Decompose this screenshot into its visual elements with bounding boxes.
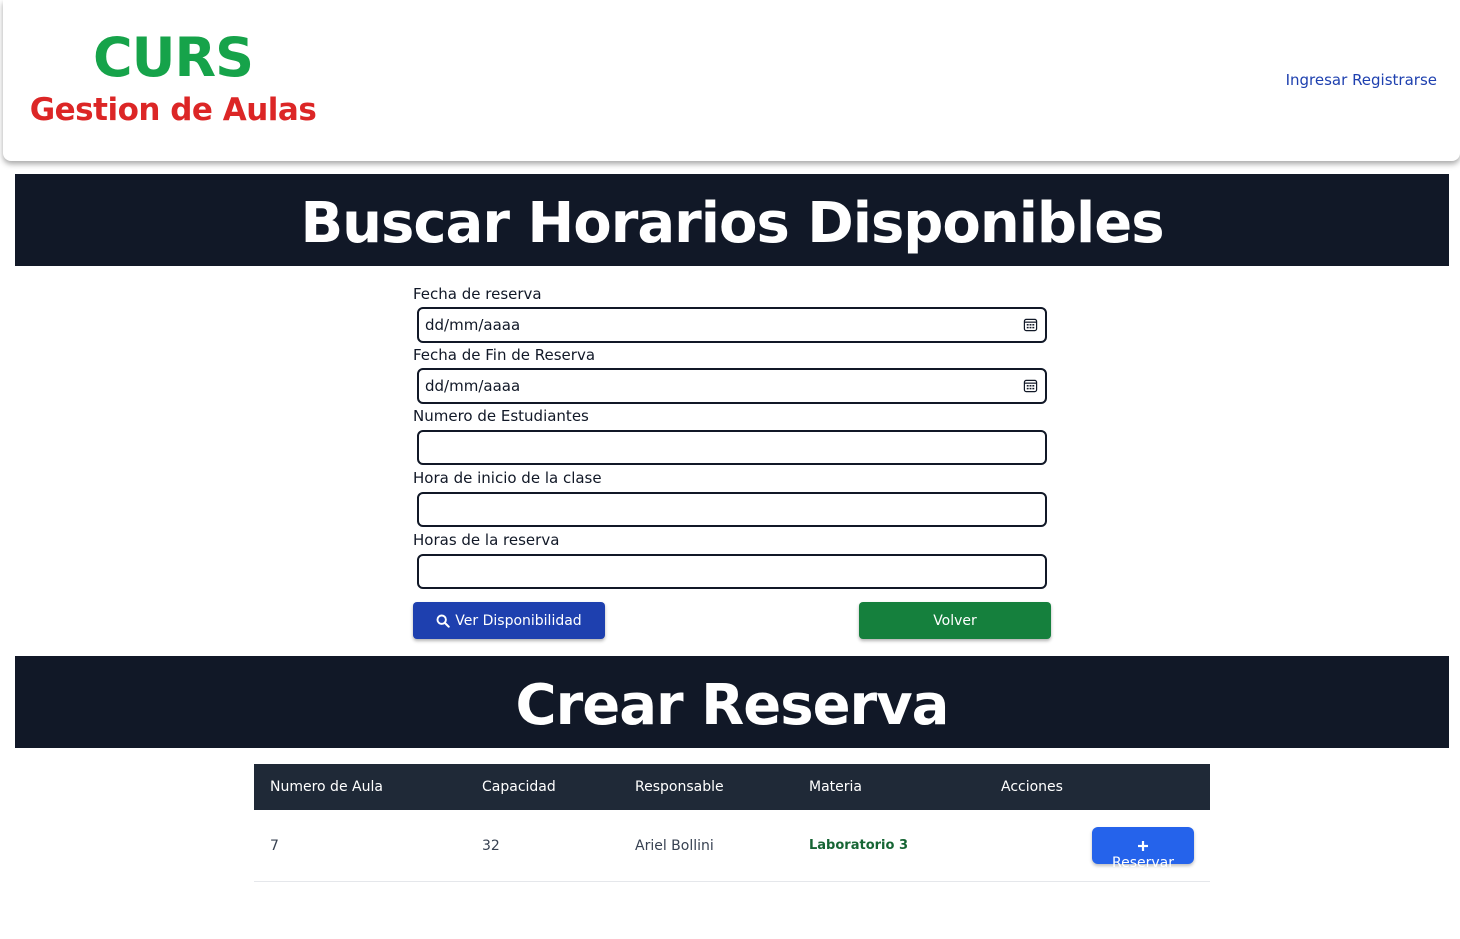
start-time-label: Hora de inicio de la clase: [413, 469, 602, 487]
start-date-label: Fecha de reserva: [413, 285, 542, 303]
reserve-button[interactable]: Reservar: [1092, 827, 1194, 871]
reserve-section-title: Crear Reserva: [15, 656, 1449, 748]
search-icon: [436, 614, 451, 628]
end-date-label: Fecha de Fin de Reserva: [413, 346, 596, 364]
end-date-placeholder: dd/mm/aaaa: [425, 377, 521, 395]
header-acciones: Acciones: [1001, 779, 1063, 795]
back-button[interactable]: Volver: [859, 602, 1051, 639]
brand: CURS Gestion de Aulas: [3, 26, 343, 130]
app-header: CURS Gestion de Aulas Ingresar Registrar…: [3, 0, 1460, 161]
search-form: Fecha de reserva dd/mm/aaaa Fecha de Fin…: [413, 284, 1053, 589]
start-date-placeholder: dd/mm/aaaa: [425, 316, 521, 334]
rooms-table: Numero de Aula Capacidad Responsable Mat…: [254, 764, 1210, 882]
cell-capacidad: 32: [482, 838, 500, 854]
students-input[interactable]: [417, 430, 1047, 465]
hours-input[interactable]: [417, 554, 1047, 589]
hours-label: Horas de la reserva: [413, 531, 560, 549]
students-label: Numero de Estudiantes: [413, 407, 589, 425]
register-link[interactable]: Registrarse: [1352, 71, 1437, 89]
end-date-input[interactable]: dd/mm/aaaa: [417, 368, 1047, 404]
check-availability-label: Ver Disponibilidad: [455, 612, 582, 629]
login-link[interactable]: Ingresar: [1286, 71, 1348, 89]
header-capacidad: Capacidad: [482, 779, 556, 795]
start-date-input[interactable]: dd/mm/aaaa: [417, 307, 1047, 343]
table-header: Numero de Aula Capacidad Responsable Mat…: [254, 764, 1210, 810]
back-label: Volver: [933, 612, 977, 629]
cell-materia: Laboratorio 3: [809, 838, 908, 853]
top-nav: Ingresar Registrarse: [1286, 71, 1437, 89]
search-section-title: Buscar Horarios Disponibles: [15, 174, 1449, 266]
brand-title: CURS: [93, 26, 254, 89]
header-responsable: Responsable: [635, 779, 724, 795]
cell-aula: 7: [270, 838, 279, 854]
header-aula: Numero de Aula: [270, 779, 383, 795]
header-materia: Materia: [809, 779, 862, 795]
check-availability-button[interactable]: Ver Disponibilidad: [413, 602, 605, 639]
reserve-label: Reservar: [1112, 855, 1174, 871]
calendar-icon[interactable]: [1023, 378, 1038, 393]
brand-subtitle: Gestion de Aulas: [29, 92, 317, 128]
calendar-icon[interactable]: [1023, 317, 1038, 332]
start-time-input[interactable]: [417, 492, 1047, 527]
table-row: 7 32 Ariel Bollini Laboratorio 3 Reserva…: [254, 810, 1210, 882]
cell-responsable: Ariel Bollini: [635, 838, 714, 854]
